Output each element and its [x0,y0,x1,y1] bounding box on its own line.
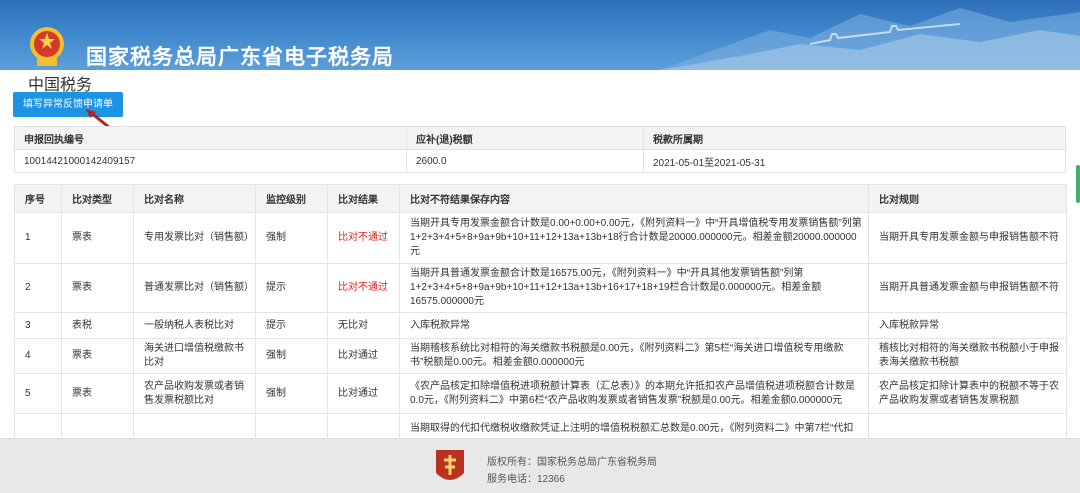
comparison-table: 序号 比对类型 比对名称 监控级别 比对结果 比对不符结果保存内容 比对规则 1… [14,184,1067,444]
table-row: 5 票表 农产品收购发票或者销售发票税额比对 强制 比对通过 《农产品核定扣除增值税进项税… [14,373,1067,414]
scrollbar-handle[interactable] [1076,165,1080,203]
table-row: 1 票表 专用发票比对（销售额） 强制 比对不通过 当期开具专用发票金额合计数是0.00+… [14,212,1067,264]
tax-period-header: 税款所属期 [643,126,1066,150]
row-type: 票表 [61,338,134,374]
row-type: 票表 [61,373,134,414]
row-level: 提示 [255,312,328,339]
row-rule: 当期开具普通发票金额与申报销售额不符 [868,263,1067,313]
row-content: 当期开具专用发票金额合计数是0.00+0.00+0.00元，《附列资料一》中“开… [399,212,869,264]
col-header-result: 比对结果 [327,184,400,213]
row-result: 无比对 [327,312,400,339]
row-content: 入库税款异常 [399,312,869,339]
table-row: 3 表税 一般纳税人表税比对 提示 无比对 入库税款异常 入库税款异常 [14,312,1067,339]
row-level: 提示 [255,263,328,313]
site-footer: 版权所有：国家税务总局广东省税务局 服务电话：12366 [0,438,1080,493]
col-header-type: 比对类型 [61,184,134,213]
row-no: 2 [14,263,62,313]
row-result: 比对通过 [327,338,400,374]
row-content: 当期稽核系统比对相符的海关缴款书税额是0.00元，《附列资料二》第5栏“海关进口… [399,338,869,374]
col-header-content: 比对不符结果保存内容 [399,184,869,213]
row-result: 比对不通过 [327,263,400,313]
copyright-text: 版权所有：国家税务总局广东省税务局 [487,457,657,468]
receipt-info-table: 申报回执编号 应补(退)税额 税款所属期 1001442100014240915… [14,126,1066,173]
site-header: 国家税务总局广东省电子税务局 [0,0,1080,70]
row-no: 4 [14,338,62,374]
row-rule: 稽核比对相符的海关缴款书税额小于申报表海关缴款书税额 [868,338,1067,374]
service-phone-text: 服务电话：12366 [487,474,565,485]
row-name: 海关进口增值税缴款书比对 [133,338,256,374]
row-level: 强制 [255,212,328,264]
row-level: 强制 [255,338,328,374]
col-header-name: 比对名称 [133,184,256,213]
tax-payable-header: 应补(退)税额 [406,126,644,150]
row-name: 专用发票比对（销售额） [133,212,256,264]
receipt-number-value: 10014421000142409157 [14,149,407,173]
row-type: 表税 [61,312,134,339]
tax-shield-logo-icon [436,450,464,480]
row-name: 普通发票比对（销售额） [133,263,256,313]
table-row: 4 票表 海关进口增值税缴款书比对 强制 比对通过 当期稽核系统比对相符的海关缴款书税额是… [14,338,1067,374]
row-result: 比对不通过 [327,212,400,264]
row-type: 票表 [61,212,134,264]
row-result: 比对通过 [327,373,400,414]
col-header-rule: 比对规则 [868,184,1067,213]
row-rule: 入库税款异常 [868,312,1067,339]
great-wall-background [660,8,1080,70]
row-name: 农产品收购发票或者销售发票税额比对 [133,373,256,414]
row-content: 当期开具普通发票金额合计数是16575.00元，《附列资料一》中“开具其他发票销… [399,263,869,313]
table-row: 2 票表 普通发票比对（销售额） 提示 比对不通过 当期开具普通发票金额合计数是16575… [14,263,1067,313]
row-no: 1 [14,212,62,264]
row-content: 《农产品核定扣除增值税进项税额计算表（汇总表）》的本期允许抵扣农产品增值税进项税… [399,373,869,414]
receipt-number-header: 申报回执编号 [14,126,407,150]
row-level: 强制 [255,373,328,414]
tax-period-value: 2021-05-01至2021-05-31 [643,149,1066,173]
row-rule: 当期开具专用发票金额与申报销售额不符 [868,212,1067,264]
row-no: 3 [14,312,62,339]
table-header-row: 序号 比对类型 比对名称 监控级别 比对结果 比对不符结果保存内容 比对规则 [14,184,1067,213]
row-name: 一般纳税人表税比对 [133,312,256,339]
col-header-no: 序号 [14,184,62,213]
col-header-level: 监控级别 [255,184,328,213]
row-rule: 农产品核定扣除计算表中的税额不等于农产品收购发票或者销售发票税额 [868,373,1067,414]
row-no: 5 [14,373,62,414]
row-type: 票表 [61,263,134,313]
site-title: 国家税务总局广东省电子税务局 [86,46,394,69]
tax-emblem-icon [30,27,64,66]
tax-payable-value: 2600.0 [406,149,644,173]
